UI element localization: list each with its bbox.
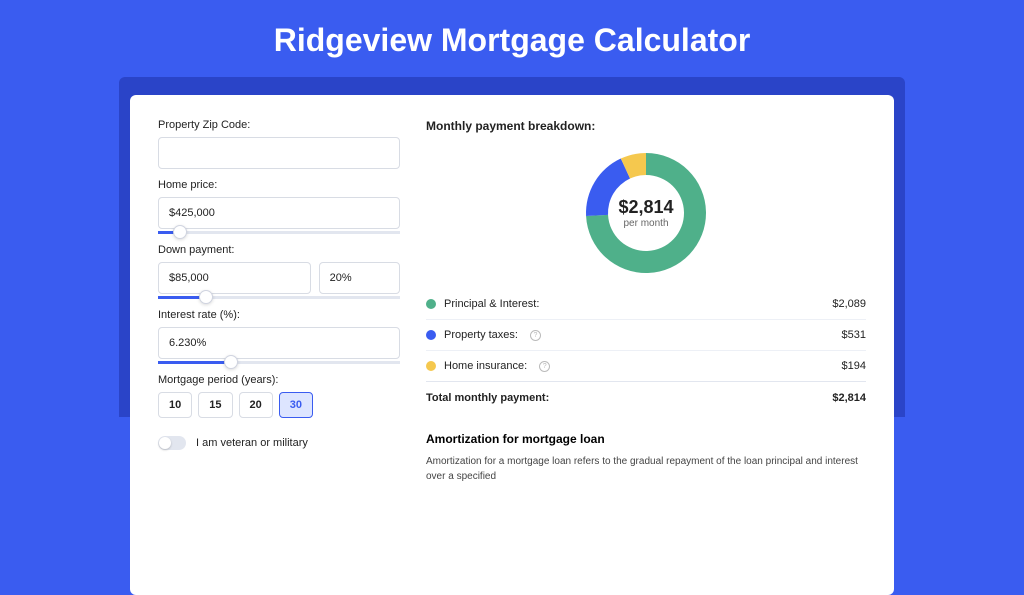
green-dot-icon [426, 299, 436, 309]
interest-rate-input[interactable] [158, 327, 400, 359]
period-button-15[interactable]: 15 [198, 392, 232, 418]
mortgage-period-label: Mortgage period (years): [158, 374, 400, 386]
donut-chart-wrap: $2,814 per month [426, 143, 866, 289]
period-button-30[interactable]: 30 [279, 392, 313, 418]
total-value: $2,814 [832, 392, 866, 404]
home-price-slider-thumb[interactable] [173, 225, 187, 239]
veteran-toggle[interactable] [158, 436, 186, 450]
period-button-10[interactable]: 10 [158, 392, 192, 418]
donut-center: $2,814 per month [618, 197, 673, 229]
down-payment-label: Down payment: [158, 244, 400, 256]
total-row: Total monthly payment: $2,814 [426, 382, 866, 414]
breakdown-row: Home insurance:? $194 [426, 351, 866, 382]
down-payment-pct-input[interactable] [319, 262, 400, 294]
breakdown-row: Principal & Interest: $2,089 [426, 289, 866, 320]
down-payment-slider[interactable] [158, 296, 400, 299]
amortization-text: Amortization for a mortgage loan refers … [426, 454, 866, 484]
down-payment-slider-thumb[interactable] [199, 290, 213, 304]
blue-dot-icon [426, 330, 436, 340]
donut-center-sub: per month [618, 218, 673, 229]
breakdown-value: $2,089 [832, 298, 866, 310]
info-icon[interactable]: ? [530, 330, 541, 341]
period-button-20[interactable]: 20 [239, 392, 273, 418]
interest-rate-slider[interactable] [158, 361, 400, 364]
breakdown-title: Monthly payment breakdown: [426, 119, 866, 133]
veteran-toggle-label: I am veteran or military [196, 437, 308, 449]
breakdown-label: Property taxes: [444, 329, 518, 341]
zip-label: Property Zip Code: [158, 119, 400, 131]
breakdown-label: Principal & Interest: [444, 298, 539, 310]
interest-rate-label: Interest rate (%): [158, 309, 400, 321]
amortization-title: Amortization for mortgage loan [426, 432, 866, 446]
yellow-dot-icon [426, 361, 436, 371]
inputs-column: Property Zip Code: Home price: Down paym… [158, 119, 400, 571]
veteran-toggle-knob [159, 437, 171, 449]
zip-input[interactable] [158, 137, 400, 169]
breakdown-row: Property taxes:? $531 [426, 320, 866, 351]
interest-rate-slider-thumb[interactable] [224, 355, 238, 369]
breakdown-value: $194 [842, 360, 866, 372]
home-price-label: Home price: [158, 179, 400, 191]
breakdown-list: Principal & Interest: $2,089 Property taxe… [426, 289, 866, 382]
donut-chart: $2,814 per month [582, 149, 710, 277]
breakdown-value: $531 [842, 329, 866, 341]
breakdown-column: Monthly payment breakdown: $2,814 per mo… [426, 119, 866, 571]
breakdown-label: Home insurance: [444, 360, 527, 372]
total-label: Total monthly payment: [426, 392, 549, 404]
interest-rate-slider-fill [158, 361, 231, 364]
page-title: Ridgeview Mortgage Calculator [0, 0, 1024, 77]
hero-band: Property Zip Code: Home price: Down paym… [119, 77, 905, 417]
info-icon[interactable]: ? [539, 361, 550, 372]
down-payment-amount-input[interactable] [158, 262, 311, 294]
mortgage-period-group: 1015 2030 [158, 392, 400, 418]
home-price-slider[interactable] [158, 231, 400, 234]
donut-center-amount: $2,814 [618, 197, 673, 218]
home-price-input[interactable] [158, 197, 400, 229]
calculator-card: Property Zip Code: Home price: Down paym… [130, 95, 894, 595]
